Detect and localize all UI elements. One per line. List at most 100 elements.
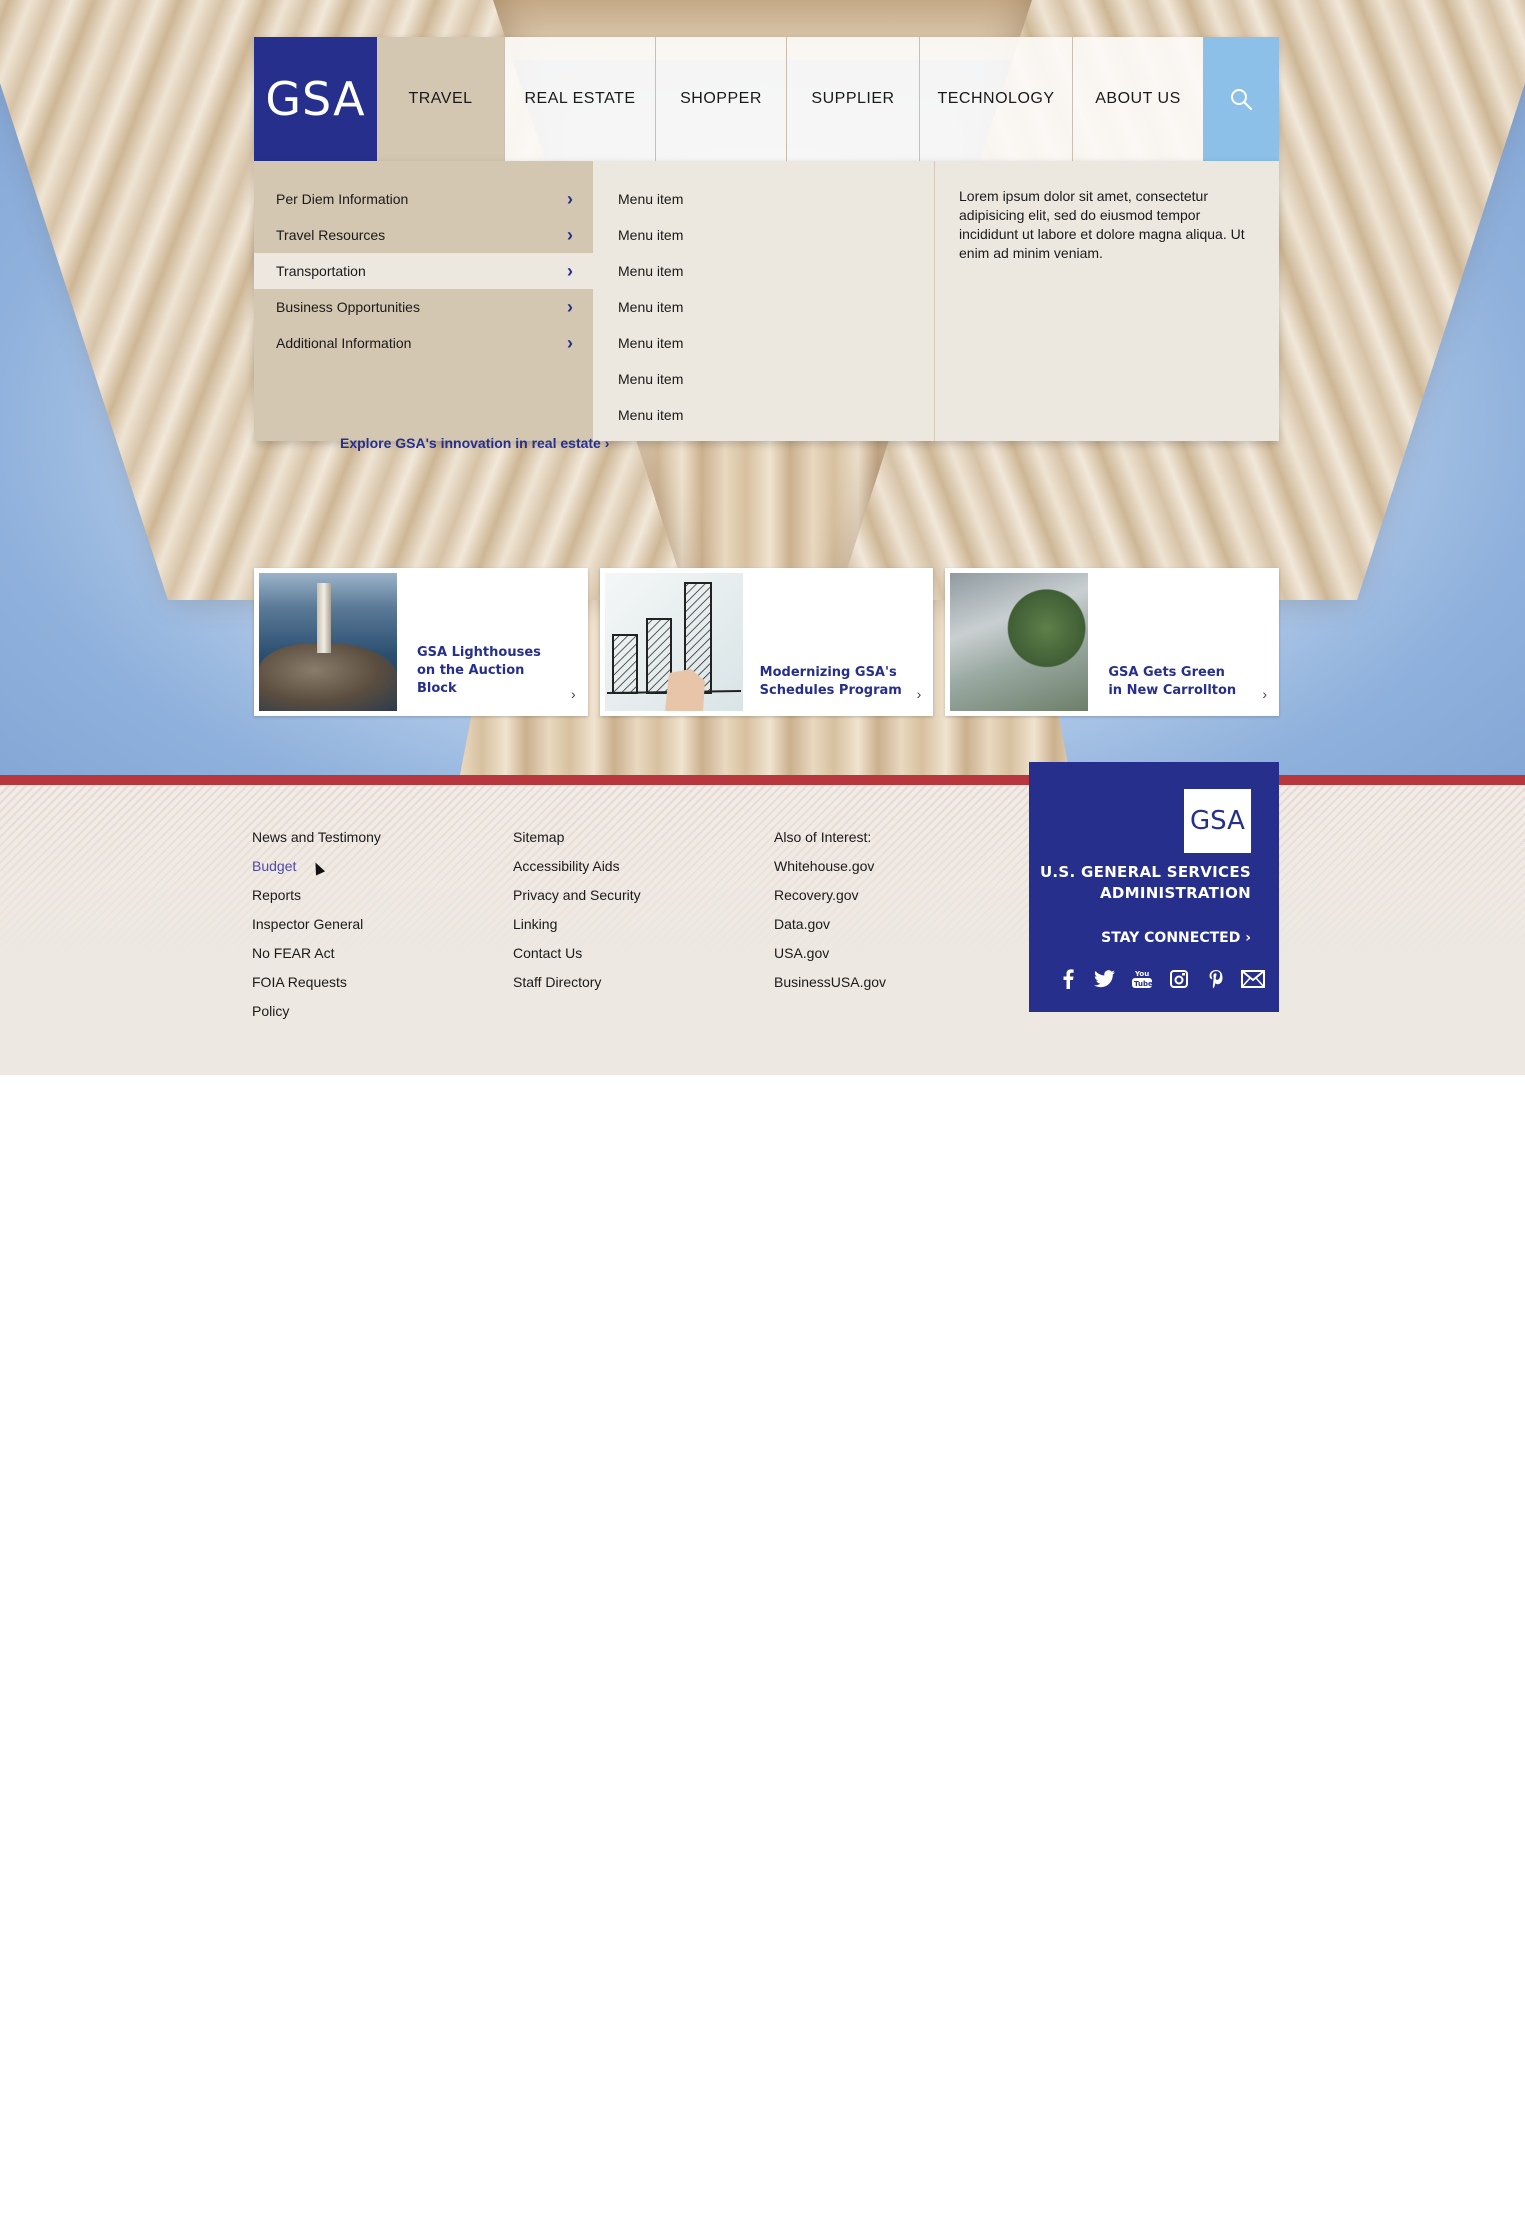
footer-link-usa[interactable]: USA.gov xyxy=(774,944,886,973)
travel-mega-menu: Per Diem Information › Travel Resources … xyxy=(254,161,1279,441)
chevron-right-icon: › xyxy=(567,224,573,245)
logo-text: GSA xyxy=(265,72,366,126)
menu-item[interactable]: Menu item xyxy=(593,217,934,253)
card-title-line: Schedules Program xyxy=(759,683,902,698)
description-text: Lorem ipsum dolor sit amet, consectetur … xyxy=(959,188,1245,261)
footer-heading-also-of-interest: Also of Interest: xyxy=(774,829,872,845)
tab-real-estate[interactable]: REAL ESTATE xyxy=(504,37,655,161)
tab-supplier[interactable]: SUPPLIER xyxy=(786,37,919,161)
chevron-right-icon: › xyxy=(567,296,573,317)
svg-text:You: You xyxy=(1134,970,1149,978)
tab-shopper[interactable]: SHOPPER xyxy=(655,37,786,161)
footer-link-contact[interactable]: Contact Us xyxy=(513,944,641,973)
menu-category-business-opportunities[interactable]: Business Opportunities › xyxy=(254,289,593,325)
footer: News and Testimony Budget Reports Inspec… xyxy=(0,785,1525,1075)
footer-link-businessusa[interactable]: BusinessUSA.gov xyxy=(774,973,886,1002)
footer-link-staff-directory[interactable]: Staff Directory xyxy=(513,973,641,1002)
card-title: GSA Lighthouses on the Auction Block xyxy=(417,644,541,698)
search-icon xyxy=(1231,89,1253,111)
menu-item[interactable]: Menu item xyxy=(593,325,934,361)
facebook-icon[interactable] xyxy=(1049,965,1086,993)
agency-name-line: ADMINISTRATION xyxy=(1099,884,1251,902)
footer-link-linking[interactable]: Linking xyxy=(513,915,641,944)
aerial-building-image xyxy=(950,573,1089,711)
footer-column-3: Also of Interest: Whitehouse.gov Recover… xyxy=(774,828,886,1002)
card-title-line: Modernizing GSA's xyxy=(759,665,897,680)
lighthouse-rock xyxy=(259,643,397,711)
chevron-right-icon: › xyxy=(567,260,573,281)
menu-category-transportation[interactable]: Transportation › xyxy=(254,253,593,289)
menu-category-per-diem[interactable]: Per Diem Information › xyxy=(254,181,593,217)
twitter-icon[interactable] xyxy=(1086,965,1123,993)
footer-link-accessibility[interactable]: Accessibility Aids xyxy=(513,857,641,886)
footer-logo-text: GSA xyxy=(1190,806,1245,836)
menu-category-label: Per Diem Information xyxy=(276,191,409,207)
footer-link-reports[interactable]: Reports xyxy=(252,886,381,915)
chevron-right-icon: › xyxy=(1262,686,1268,702)
footer-column-1: News and Testimony Budget Reports Inspec… xyxy=(252,828,381,1031)
explore-real-estate-link[interactable]: Explore GSA's innovation in real estate … xyxy=(340,435,609,451)
menu-category-label: Business Opportunities xyxy=(276,299,420,315)
svg-text:Tube: Tube xyxy=(1134,980,1153,988)
menu-item[interactable]: Menu item xyxy=(593,181,934,217)
agency-name-line: U.S. GENERAL SERVICES xyxy=(1039,863,1251,881)
card-title: GSA Gets Green in New Carrollton xyxy=(1108,664,1236,700)
footer-link-inspector-general[interactable]: Inspector General xyxy=(252,915,381,944)
tab-travel[interactable]: TRAVEL xyxy=(377,37,504,161)
card-title: Modernizing GSA's Schedules Program xyxy=(760,664,902,700)
lighthouse-image xyxy=(259,573,397,711)
mega-menu-description: Lorem ipsum dolor sit amet, consectetur … xyxy=(935,161,1279,441)
main-nav: GSA TRAVEL REAL ESTATE SHOPPER SUPPLIER … xyxy=(254,37,1279,161)
card-title-line: GSA Lighthouses xyxy=(417,645,541,660)
footer-link-privacy[interactable]: Privacy and Security xyxy=(513,886,641,915)
chart-drawing-image xyxy=(604,573,743,711)
menu-item[interactable]: Menu item xyxy=(593,397,934,433)
email-icon[interactable] xyxy=(1234,965,1271,993)
bar-sketch-graphic xyxy=(606,582,741,711)
card-new-carrollton[interactable]: GSA Gets Green in New Carrollton › xyxy=(945,568,1280,716)
youtube-icon[interactable]: You Tube xyxy=(1123,965,1160,993)
menu-category-label: Additional Information xyxy=(276,335,412,351)
gsa-footer-logo[interactable]: GSA xyxy=(1184,789,1251,853)
mega-menu-categories: Per Diem Information › Travel Resources … xyxy=(254,161,593,441)
footer-link-whitehouse[interactable]: Whitehouse.gov xyxy=(774,857,886,886)
menu-category-label: Transportation xyxy=(276,263,366,279)
instagram-icon[interactable] xyxy=(1160,965,1197,993)
gsa-brand-box: GSA U.S. GENERAL SERVICES ADMINISTRATION… xyxy=(1029,762,1279,1012)
footer-link-no-fear-act[interactable]: No FEAR Act xyxy=(252,944,381,973)
search-button[interactable] xyxy=(1203,37,1279,161)
menu-item[interactable]: Menu item xyxy=(593,253,934,289)
menu-category-additional-information[interactable]: Additional Information › xyxy=(254,325,593,361)
pinterest-icon[interactable] xyxy=(1197,965,1234,993)
footer-column-2: Sitemap Accessibility Aids Privacy and S… xyxy=(513,828,641,1002)
card-title-line: GSA Gets Green xyxy=(1108,665,1225,680)
card-lighthouses[interactable]: GSA Lighthouses on the Auction Block › xyxy=(254,568,588,716)
card-title-line: in New Carrollton xyxy=(1108,683,1237,698)
tab-technology[interactable]: TECHNOLOGY xyxy=(919,37,1072,161)
mega-menu-items: Menu item Menu item Menu item Menu item … xyxy=(593,161,935,441)
stay-connected-link[interactable]: STAY CONNECTED › xyxy=(1101,930,1251,946)
chevron-right-icon: › xyxy=(571,686,576,702)
footer-red-bar xyxy=(0,775,1525,785)
menu-category-label: Travel Resources xyxy=(276,227,386,243)
footer-link-news[interactable]: News and Testimony xyxy=(252,828,381,857)
menu-item[interactable]: Menu item xyxy=(593,361,934,397)
tab-about-us[interactable]: ABOUT US xyxy=(1072,37,1203,161)
gsa-logo[interactable]: GSA xyxy=(254,37,377,161)
lighthouse-tower xyxy=(317,583,331,653)
menu-category-travel-resources[interactable]: Travel Resources › xyxy=(254,217,593,253)
social-icons: You Tube xyxy=(1049,965,1271,993)
agency-name: U.S. GENERAL SERVICES ADMINISTRATION xyxy=(1040,862,1251,904)
footer-link-sitemap[interactable]: Sitemap xyxy=(513,828,641,857)
chevron-right-icon: › xyxy=(567,188,573,209)
footer-link-policy[interactable]: Policy xyxy=(252,1002,381,1031)
feature-cards: GSA Lighthouses on the Auction Block › M xyxy=(254,568,1280,716)
footer-link-data[interactable]: Data.gov xyxy=(774,915,886,944)
footer-link-foia[interactable]: FOIA Requests xyxy=(252,973,381,1002)
card-title-line: Block xyxy=(417,681,457,696)
chevron-right-icon: › xyxy=(916,686,922,702)
chevron-right-icon: › xyxy=(567,332,573,353)
menu-item[interactable]: Menu item xyxy=(593,289,934,325)
footer-link-recovery[interactable]: Recovery.gov xyxy=(774,886,886,915)
card-schedules[interactable]: Modernizing GSA's Schedules Program › xyxy=(599,568,934,716)
